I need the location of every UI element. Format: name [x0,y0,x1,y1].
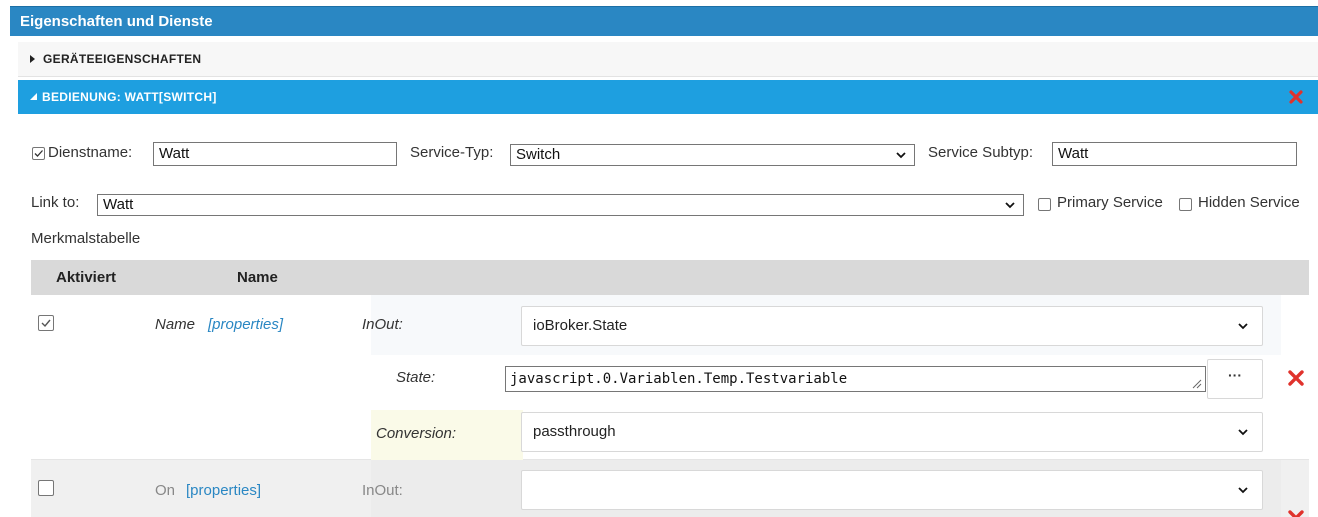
row-activated-checkbox[interactable] [38,480,54,496]
hidden-service-checkbox[interactable] [1179,198,1192,211]
row-left: Name [properties] [31,295,371,459]
service-subtyp-input[interactable]: Watt [1052,142,1297,166]
row-properties: InOut: ioBroker.State State: javascript.… [362,295,1281,460]
caret-right-icon [30,55,35,63]
header-activated: Aktiviert [56,269,117,286]
properties-link[interactable]: [properties] [208,316,283,333]
service-subtyp-label: Service Subtyp: [928,144,1034,161]
inout-label: InOut: [362,316,403,333]
page: Eigenschaften und Dienste GERÄTEEIGENSCH… [0,0,1318,517]
merkmalstabelle-title: Merkmalstabelle [31,230,141,247]
remove-row-icon[interactable] [1287,509,1305,517]
checkmark-icon [34,150,43,157]
prop-inout: InOut: [362,460,1281,517]
row-name: On [155,482,176,499]
service-typ-label: Service-Typ: [410,144,494,161]
remove-row-icon[interactable] [1287,369,1305,387]
chevron-down-icon [1005,202,1015,209]
row-properties: InOut: [362,460,1281,517]
table-header: Aktiviert Name [31,260,1309,295]
primary-service-label: Primary Service [1057,194,1163,211]
dienstname-label: Dienstname: [48,144,133,161]
prop-conversion: Conversion: passthrough [371,410,1281,460]
service-enabled-checkbox[interactable] [32,147,45,160]
service-typ-select[interactable]: Switch [510,144,915,166]
link-to-value: Watt [103,196,134,213]
inout-label: InOut: [362,482,403,499]
inout-select[interactable] [521,470,1263,510]
row-activated-checkbox[interactable] [38,315,54,331]
table-row: On [properties] InOut: [31,460,1309,517]
state-label: State: [396,369,436,386]
row-name: Name [155,316,196,333]
prop-state: State: javascript.0.Variablen.Temp.Testv… [371,355,1281,410]
dienstname-input[interactable]: Watt [153,142,397,166]
service-typ-value: Switch [516,146,561,163]
properties-link[interactable]: [properties] [186,482,261,499]
conversion-value: passthrough [533,423,616,440]
link-to-label: Link to: [31,194,80,211]
hidden-service-label: Hidden Service [1198,194,1300,211]
accordion-open-label: BEDIENUNG: WATT[SWITCH] [42,90,217,104]
window-title: Eigenschaften und Dienste [10,6,1318,36]
accordion-device-properties[interactable]: GERÄTEEIGENSCHAFTEN [18,42,1318,77]
primary-service-checkbox[interactable] [1038,198,1051,211]
checkmark-icon [41,319,51,328]
accordion-service-watt[interactable]: BEDIENUNG: WATT[SWITCH] [18,80,1318,114]
conversion-label: Conversion: [376,425,457,442]
chevron-down-icon [1238,487,1248,494]
chevron-down-icon [1238,323,1248,330]
state-textarea[interactable]: javascript.0.Variablen.Temp.Testvariable [505,366,1206,392]
remove-service-icon[interactable] [1288,89,1304,105]
accordion-collapsed-label: GERÄTEEIGENSCHAFTEN [43,52,202,66]
caret-down-icon [30,93,37,100]
state-value: javascript.0.Variablen.Temp.Testvariable [510,371,848,387]
table-row: Name [properties] InOut: ioBroker.State … [31,295,1309,460]
browse-state-button[interactable]: ··· [1207,359,1263,399]
prop-inout: InOut: ioBroker.State [362,295,1281,355]
inout-select[interactable]: ioBroker.State [521,306,1263,346]
header-name: Name [237,269,278,286]
conversion-select[interactable]: passthrough [521,412,1263,452]
chevron-down-icon [896,152,906,159]
chevron-down-icon [1238,429,1248,436]
characteristics-table: Aktiviert Name Name [properties] InOut: … [31,260,1309,517]
row-left: On [properties] [31,460,371,517]
inout-value: ioBroker.State [533,317,628,334]
resize-handle-icon[interactable] [1192,379,1202,389]
link-to-select[interactable]: Watt [97,194,1024,216]
